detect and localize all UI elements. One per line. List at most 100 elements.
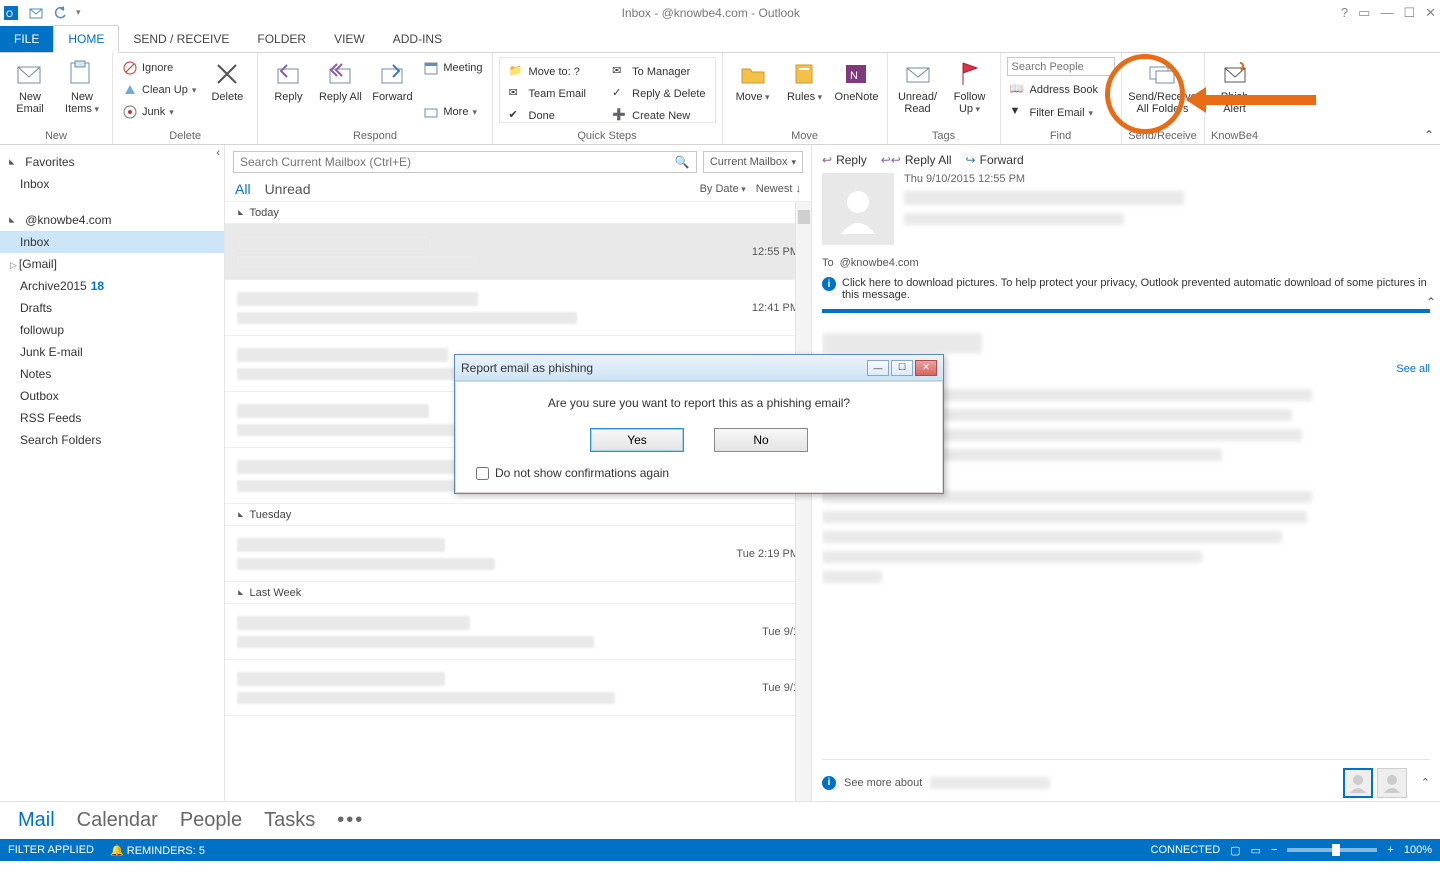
new-email-button[interactable]: New Email (6, 57, 54, 115)
message-group-today[interactable]: Today (225, 202, 811, 224)
rp-reply-button[interactable]: ↩Reply (822, 153, 867, 167)
maximize-icon[interactable]: ☐ (1403, 5, 1415, 21)
dialog-close-icon[interactable]: ✕ (915, 360, 937, 376)
quickstep-create-new[interactable]: ➕Create New (609, 106, 708, 126)
quickstep-team-email[interactable]: ✉Team Email (506, 84, 600, 104)
message-item[interactable]: 12:41 PM (225, 280, 811, 336)
help-icon[interactable]: ? (1341, 5, 1348, 21)
quickstep-to-manager[interactable]: ✉To Manager (609, 62, 708, 82)
new-items-button[interactable]: New Items (58, 57, 106, 115)
folder--gmail-[interactable]: ▷[Gmail] (0, 253, 224, 275)
ignore-button[interactable]: Ignore (119, 58, 199, 78)
filter-unread[interactable]: Unread (265, 181, 311, 197)
move-button[interactable]: Move (729, 57, 777, 103)
nav-calendar[interactable]: Calendar (77, 809, 158, 832)
download-pictures-infobar[interactable]: i Click here to download pictures. To he… (822, 275, 1430, 309)
zoom-slider[interactable] (1287, 848, 1377, 852)
search-icon[interactable]: 🔍 (675, 155, 690, 169)
message-item[interactable]: 12:55 PM (225, 224, 811, 280)
dialog-no-button[interactable]: No (714, 428, 808, 452)
phish-alert-button[interactable]: Phish Alert (1211, 57, 1259, 115)
ribbon-collapse-icon[interactable]: ⌃ (1424, 128, 1434, 142)
zoom-out-icon[interactable]: − (1271, 844, 1277, 856)
search-scope-dropdown[interactable]: Current Mailbox▾ (703, 151, 803, 173)
dialog-suppress-checkbox[interactable]: Do not show confirmations again (476, 466, 922, 480)
sort-by-dropdown[interactable]: By Date (700, 183, 746, 195)
account-header[interactable]: @knowbe4.com (0, 209, 224, 231)
reply-button[interactable]: Reply (264, 57, 312, 103)
zoom-level[interactable]: 100% (1404, 844, 1432, 856)
search-people-input[interactable] (1007, 57, 1115, 76)
rules-button[interactable]: Rules (781, 57, 829, 103)
dialog-yes-button[interactable]: Yes (590, 428, 684, 452)
qat-undo-icon[interactable] (52, 4, 70, 22)
more-respond-button[interactable]: More (420, 102, 485, 122)
folder-pane-collapse-icon[interactable]: ‹ (216, 147, 220, 159)
favorites-header[interactable]: Favorites (0, 151, 224, 173)
folder-followup[interactable]: followup (0, 319, 224, 341)
status-filter-applied[interactable]: FILTER APPLIED (8, 844, 94, 856)
nav-people[interactable]: People (180, 809, 242, 832)
search-mailbox-input[interactable] (240, 155, 675, 169)
see-all-link[interactable]: See all (1396, 363, 1430, 375)
message-item[interactable]: Tue 2:19 PM (225, 526, 811, 582)
quickstep-reply-delete[interactable]: ✓Reply & Delete (609, 84, 708, 104)
infobar-collapse-icon[interactable]: ⌃ (1426, 295, 1436, 309)
see-more-about-label[interactable]: See more about (844, 777, 922, 789)
folder-outbox[interactable]: Outbox (0, 385, 224, 407)
favorite-folder-inbox[interactable]: Inbox (0, 173, 224, 195)
folder-notes[interactable]: Notes (0, 363, 224, 385)
folder-inbox[interactable]: Inbox (0, 231, 224, 253)
folder-drafts[interactable]: Drafts (0, 297, 224, 319)
close-icon[interactable]: ✕ (1425, 5, 1436, 21)
filter-all[interactable]: All (235, 181, 251, 197)
dialog-suppress-checkbox-input[interactable] (476, 467, 489, 480)
qat-send-receive-icon[interactable] (28, 4, 46, 22)
people-pane-expand-icon[interactable]: ⌃ (1421, 776, 1430, 789)
tab-view[interactable]: VIEW (320, 26, 379, 52)
delete-button[interactable]: Delete (203, 57, 251, 103)
folder-archive2015[interactable]: Archive201518 (0, 275, 224, 297)
message-item[interactable]: Tue 9/1 (225, 604, 811, 660)
junk-button[interactable]: Junk (119, 102, 199, 122)
tab-file[interactable]: FILE (0, 26, 53, 52)
filter-email-button[interactable]: ▼Filter Email (1007, 104, 1115, 123)
unread-read-button[interactable]: Unread/ Read (894, 57, 942, 115)
nav-tasks[interactable]: Tasks (264, 809, 315, 832)
status-reminders[interactable]: 🔔 REMINDERS: 5 (110, 844, 205, 857)
ribbon-display-icon[interactable]: ▭ (1358, 5, 1370, 21)
message-group-last-week[interactable]: Last Week (225, 582, 811, 604)
message-list-scrollbar[interactable] (795, 202, 811, 801)
contact-avatar-1[interactable] (1343, 768, 1373, 798)
dialog-minimize-icon[interactable]: — (867, 360, 889, 376)
quickstep-move-to[interactable]: 📁Move to: ? (506, 62, 600, 82)
contact-avatar-2[interactable] (1377, 768, 1407, 798)
message-group-tuesday[interactable]: Tuesday (225, 504, 811, 526)
tab-addins[interactable]: ADD-INS (379, 26, 456, 52)
zoom-in-icon[interactable]: + (1387, 844, 1393, 856)
send-receive-all-button[interactable]: Send/Receive All Folders (1128, 57, 1198, 115)
meeting-button[interactable]: Meeting (420, 58, 485, 78)
address-book-button[interactable]: 📖Address Book (1007, 80, 1115, 99)
search-mailbox-field[interactable]: 🔍 (233, 151, 697, 173)
rp-forward-button[interactable]: ↪Forward (966, 153, 1024, 167)
minimize-icon[interactable]: — (1380, 5, 1393, 21)
folder-junk-e-mail[interactable]: Junk E-mail (0, 341, 224, 363)
follow-up-button[interactable]: Follow Up (946, 57, 994, 115)
dialog-maximize-icon[interactable]: ☐ (891, 360, 913, 376)
forward-button[interactable]: Forward (368, 57, 416, 103)
folder-search-folders[interactable]: Search Folders (0, 429, 224, 451)
tab-home[interactable]: HOME (53, 25, 119, 53)
clean-up-button[interactable]: Clean Up (119, 80, 199, 100)
view-normal-icon[interactable]: ▢ (1230, 844, 1240, 857)
nav-mail[interactable]: Mail (18, 809, 55, 832)
rp-reply-all-button[interactable]: ↩↩Reply All (881, 153, 952, 167)
reply-all-button[interactable]: Reply All (316, 57, 364, 103)
message-item[interactable]: Tue 9/1 (225, 660, 811, 716)
sort-order-toggle[interactable]: Newest ↓ (756, 183, 801, 195)
tab-folder[interactable]: FOLDER (243, 26, 320, 52)
folder-rss-feeds[interactable]: RSS Feeds (0, 407, 224, 429)
onenote-button[interactable]: NOneNote (833, 57, 881, 103)
nav-more-icon[interactable]: ••• (337, 809, 364, 832)
tab-send-receive[interactable]: SEND / RECEIVE (119, 26, 243, 52)
